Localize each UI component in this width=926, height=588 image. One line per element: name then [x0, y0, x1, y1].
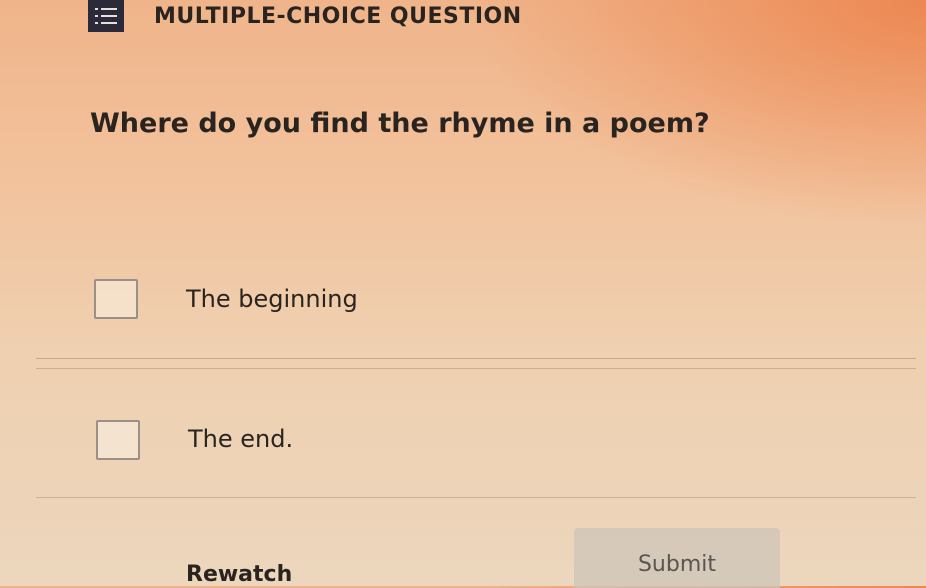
question-type-title: MULTIPLE-CHOICE QUESTION — [154, 3, 522, 29]
question-text: Where do you find the rhyme in a poem? — [90, 108, 710, 139]
choice-label: The end. — [188, 425, 294, 453]
choice-checkbox[interactable] — [96, 420, 140, 460]
list-icon — [88, 0, 124, 32]
submit-button[interactable]: Submit — [574, 528, 780, 588]
choice-label: The beginning — [186, 285, 358, 313]
choice-checkbox[interactable] — [94, 279, 138, 319]
rewatch-button[interactable]: Rewatch — [186, 562, 292, 587]
choice-option-beginning[interactable]: The beginning — [36, 246, 916, 359]
choice-option-end[interactable]: The end. — [36, 368, 916, 498]
question-header: MULTIPLE-CHOICE QUESTION — [88, 0, 522, 32]
